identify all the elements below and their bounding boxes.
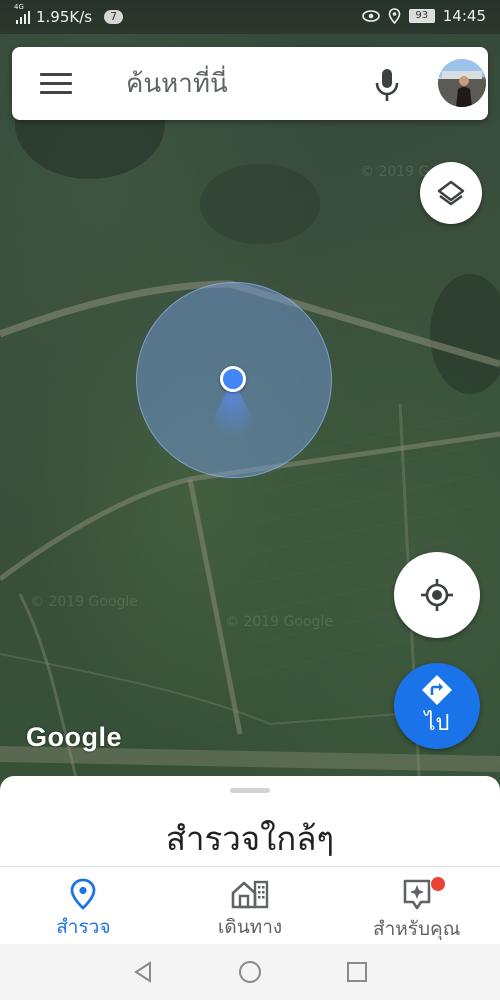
for-you-icon <box>403 879 430 910</box>
recents-icon[interactable] <box>345 960 369 984</box>
system-navigation-bar <box>0 944 500 1000</box>
battery-icon: 93 <box>408 9 435 23</box>
directions-go-button[interactable]: ไป <box>394 663 480 749</box>
nav-tab-commute[interactable]: เดินทาง <box>167 867 334 945</box>
back-icon[interactable] <box>131 960 155 984</box>
status-bar: 4G 1.95K/s 7 93 14:45 <box>0 0 500 34</box>
location-status-icon <box>388 8 401 24</box>
map-watermark: © 2019 Google <box>225 614 333 630</box>
explore-sheet[interactable]: สำรวจใกล้ๆ <box>0 776 500 876</box>
directions-icon <box>422 674 452 705</box>
nav-tab-explore[interactable]: สำรวจ <box>0 867 167 945</box>
signal-icon: 4G <box>14 3 30 24</box>
bottom-navigation: สำรวจ เดินทาง สำหรับคุณ <box>0 866 500 945</box>
sheet-title: สำรวจใกล้ๆ <box>165 819 335 858</box>
nav-label: สำรวจ <box>56 916 111 938</box>
google-logo: Google <box>26 722 122 752</box>
notification-count-badge: 7 <box>104 10 124 24</box>
avatar-photo <box>438 59 486 107</box>
profile-avatar[interactable] <box>438 59 486 107</box>
location-pin-icon <box>70 878 96 910</box>
map-watermark: © 2019 Google <box>30 594 138 610</box>
nav-label: สำหรับคุณ <box>372 918 461 940</box>
menu-icon[interactable] <box>40 73 72 95</box>
notification-dot <box>430 876 447 892</box>
eye-icon <box>361 10 380 22</box>
search-bar <box>12 47 488 120</box>
my-location-button[interactable] <box>394 552 480 638</box>
drag-handle[interactable] <box>230 788 270 793</box>
network-type: 4G <box>14 3 24 11</box>
home-icon[interactable] <box>237 959 263 985</box>
layers-icon <box>437 180 465 206</box>
crosshair-icon <box>421 579 453 611</box>
layers-button[interactable] <box>420 162 482 224</box>
clock: 14:45 <box>442 7 486 25</box>
network-speed: 1.95K/s <box>36 8 93 26</box>
nav-label: เดินทาง <box>217 916 283 938</box>
search-input[interactable] <box>124 65 358 103</box>
microphone-icon[interactable] <box>374 67 400 103</box>
nav-tab-for-you[interactable]: สำหรับคุณ <box>333 867 500 945</box>
current-location-dot[interactable] <box>220 366 246 392</box>
go-label: ไป <box>424 710 450 736</box>
commute-icon <box>231 880 269 909</box>
